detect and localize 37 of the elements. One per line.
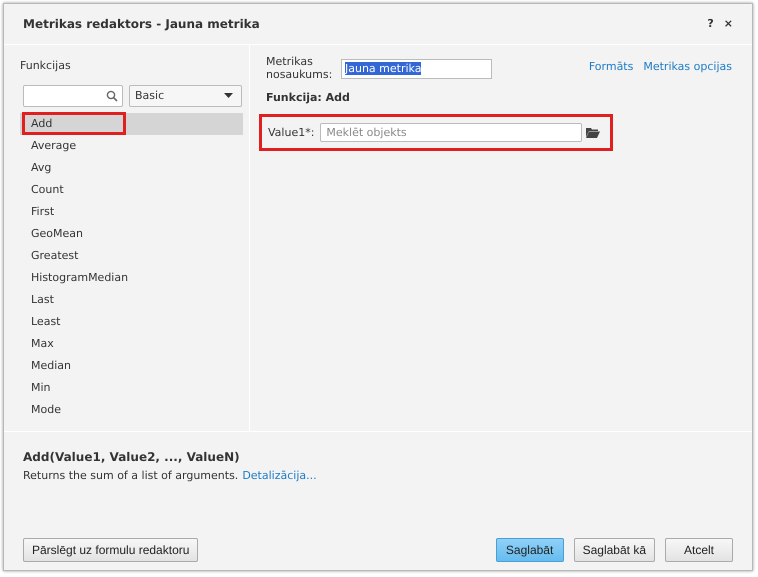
function-item[interactable]: Max: [20, 332, 243, 355]
name-field[interactable]: Jauna metrika: [341, 58, 492, 79]
category-dropdown[interactable]: Basic: [129, 84, 242, 107]
function-item[interactable]: Add: [20, 112, 243, 135]
function-item[interactable]: Average: [20, 134, 243, 157]
function-item[interactable]: Min: [20, 376, 243, 399]
function-item[interactable]: Greatest: [20, 244, 243, 267]
link[interactable]: Formāts: [588, 60, 634, 73]
function-item[interactable]: Avg: [20, 156, 243, 179]
switch-editor-button[interactable]: Pārslēgt uz formulu redaktoru: [23, 538, 198, 562]
object-search-field[interactable]: Meklēt objekts: [320, 122, 582, 142]
function-description: Returns the sum of a list of arguments.: [23, 469, 238, 482]
caret-icon: [224, 93, 233, 98]
details-link[interactable]: Detalizācija...: [242, 469, 317, 482]
search-field[interactable]: [23, 84, 123, 107]
search-icon: [106, 90, 118, 102]
function-item[interactable]: Mode: [20, 398, 243, 421]
function-item[interactable]: Median: [20, 354, 243, 377]
help-button[interactable]: ?: [704, 17, 717, 30]
window-title: Metrikas redaktors - Jauna metrika: [23, 16, 260, 31]
functions-heading: Funkcijas: [20, 58, 72, 72]
function-title: Funkcija: Add: [266, 90, 351, 104]
folder-icon[interactable]: [586, 126, 600, 138]
dialog-button[interactable]: Saglabāt kā: [574, 538, 655, 562]
function-item[interactable]: Least: [20, 310, 243, 333]
function-item[interactable]: First: [20, 200, 243, 223]
dialog-button[interactable]: Atcelt: [665, 538, 733, 562]
function-signature: Add(Value1, Value2, ..., ValueN): [23, 450, 241, 464]
parameter-label: Value1*:: [268, 126, 314, 139]
function-item[interactable]: HistogramMedian: [20, 266, 243, 289]
name-label: Metrikas nosaukums:: [266, 54, 334, 81]
function-item[interactable]: GeoMean: [20, 222, 243, 245]
link[interactable]: Metrikas opcijas: [643, 60, 732, 73]
close-button[interactable]: ×: [720, 17, 736, 30]
dialog-button[interactable]: Saglabāt: [496, 538, 564, 562]
function-item[interactable]: Count: [20, 178, 243, 201]
function-item[interactable]: Last: [20, 288, 243, 311]
